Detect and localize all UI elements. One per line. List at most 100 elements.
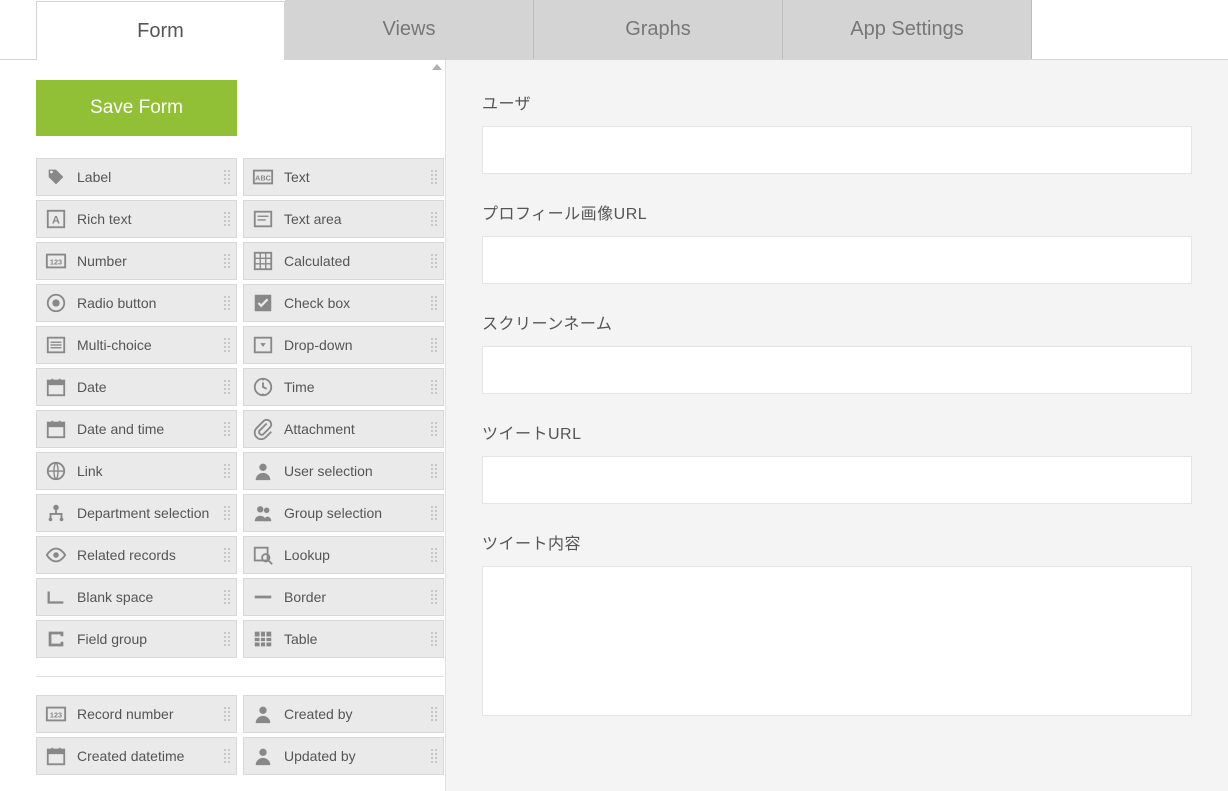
palette-item-label: Attachment	[284, 421, 355, 437]
palette-text[interactable]: Text	[243, 158, 444, 196]
palette-calculated[interactable]: Calculated	[243, 242, 444, 280]
123-icon	[43, 248, 69, 274]
drag-grip-icon	[431, 422, 437, 436]
palette-item-label: Created by	[284, 706, 352, 722]
palette-updated-by[interactable]: Updated by	[243, 737, 444, 775]
palette-user-selection[interactable]: User selection	[243, 452, 444, 490]
field-palette-sidebar: Save Form Label Text Rich textText area Num…	[0, 60, 446, 791]
save-form-button[interactable]: Save Form	[36, 80, 237, 136]
palette-group-selection[interactable]: Group selection	[243, 494, 444, 532]
drag-grip-icon	[224, 422, 230, 436]
globe-icon	[43, 458, 69, 484]
form-field[interactable]: プロフィール画像URL	[482, 200, 1192, 284]
user-icon	[250, 743, 276, 769]
palette-multi-choice[interactable]: Multi-choice	[36, 326, 237, 364]
blank-icon	[43, 584, 69, 610]
drag-grip-icon	[431, 632, 437, 646]
scroll-up-arrow-icon[interactable]	[432, 64, 442, 70]
palette-link[interactable]: Link	[36, 452, 237, 490]
border-icon	[250, 584, 276, 610]
palette-check-box[interactable]: Check box	[243, 284, 444, 322]
form-field-input[interactable]	[482, 346, 1192, 394]
palette-item-label: Lookup	[284, 547, 330, 563]
form-field-input[interactable]	[482, 126, 1192, 174]
palette-item-label: Number	[77, 253, 127, 269]
grid-icon	[250, 248, 276, 274]
palette-created-by[interactable]: Created by	[243, 695, 444, 733]
palette-item-label: Department selection	[77, 505, 209, 521]
palette-item-label: User selection	[284, 463, 373, 479]
drag-grip-icon	[431, 749, 437, 763]
drag-grip-icon	[431, 380, 437, 394]
palette-field-group[interactable]: Field group	[36, 620, 237, 658]
palette-number[interactable]: Number	[36, 242, 237, 280]
form-field-label: ツイート内容	[482, 530, 1192, 554]
palette-department-selection[interactable]: Department selection	[36, 494, 237, 532]
drag-grip-icon	[431, 212, 437, 226]
tab-app-settings[interactable]: App Settings	[783, 0, 1032, 59]
eye-icon	[43, 542, 69, 568]
palette-item-label: Updated by	[284, 748, 356, 764]
palette-table[interactable]: Table	[243, 620, 444, 658]
drag-grip-icon	[431, 548, 437, 562]
palette-item-label: Label	[77, 169, 111, 185]
form-field[interactable]: ユーザ	[482, 90, 1192, 174]
palette-lookup[interactable]: Lookup	[243, 536, 444, 574]
palette-item-label: Link	[77, 463, 103, 479]
palette-item-label: Related records	[77, 547, 176, 563]
clip-icon	[250, 416, 276, 442]
palette-text-area[interactable]: Text area	[243, 200, 444, 238]
calendar-icon	[43, 743, 69, 769]
abc-icon	[250, 164, 276, 190]
users-icon	[250, 500, 276, 526]
org-icon	[43, 500, 69, 526]
palette-item-label: Created datetime	[77, 748, 184, 764]
tab-views[interactable]: Views	[285, 0, 534, 59]
form-field-input[interactable]	[482, 456, 1192, 504]
palette-label[interactable]: Label	[36, 158, 237, 196]
form-field[interactable]: ツイートURL	[482, 420, 1192, 504]
drag-grip-icon	[224, 170, 230, 184]
drag-grip-icon	[224, 506, 230, 520]
form-field-textarea[interactable]	[482, 566, 1192, 716]
palette-item-label: Blank space	[77, 589, 153, 605]
palette-time[interactable]: Time	[243, 368, 444, 406]
palette-item-label: Border	[284, 589, 326, 605]
tab-graphs[interactable]: Graphs	[534, 0, 783, 59]
drag-grip-icon	[224, 380, 230, 394]
form-field[interactable]: スクリーンネーム	[482, 310, 1192, 394]
palette-divider	[36, 676, 444, 677]
palette-item-label: Record number	[77, 706, 174, 722]
palette-attachment[interactable]: Attachment	[243, 410, 444, 448]
palette-related-records[interactable]: Related records	[36, 536, 237, 574]
palette-date[interactable]: Date	[36, 368, 237, 406]
palette-item-label: Text	[284, 169, 310, 185]
palette-rich-text[interactable]: Rich text	[36, 200, 237, 238]
palette-item-label: Date	[77, 379, 107, 395]
drag-grip-icon	[224, 548, 230, 562]
user-icon	[250, 458, 276, 484]
tab-bar: FormViewsGraphsApp Settings	[0, 0, 1228, 60]
form-canvas[interactable]: ユーザプロフィール画像URL スクリーンネームツイートURL ツイート内容	[446, 60, 1228, 791]
palette-record-number[interactable]: Record number	[36, 695, 237, 733]
palette-radio-button[interactable]: Radio button	[36, 284, 237, 322]
form-field[interactable]: ツイート内容	[482, 530, 1192, 716]
drag-grip-icon	[224, 632, 230, 646]
tab-form[interactable]: Form	[36, 1, 285, 60]
group-icon	[43, 626, 69, 652]
palette-item-label: Calculated	[284, 253, 350, 269]
calendar-icon	[43, 374, 69, 400]
palette-blank-space[interactable]: Blank space	[36, 578, 237, 616]
palette-item-label: Check box	[284, 295, 350, 311]
drag-grip-icon	[431, 590, 437, 604]
palette-date-and-time[interactable]: Date and time	[36, 410, 237, 448]
palette-item-label: Field group	[77, 631, 147, 647]
form-field-input[interactable]	[482, 236, 1192, 284]
palette-border[interactable]: Border	[243, 578, 444, 616]
palette-item-label: Table	[284, 631, 317, 647]
drag-grip-icon	[224, 590, 230, 604]
drag-grip-icon	[431, 506, 437, 520]
palette-item-label: Radio button	[77, 295, 156, 311]
palette-created-datetime[interactable]: Created datetime	[36, 737, 237, 775]
palette-drop-down[interactable]: Drop-down	[243, 326, 444, 364]
